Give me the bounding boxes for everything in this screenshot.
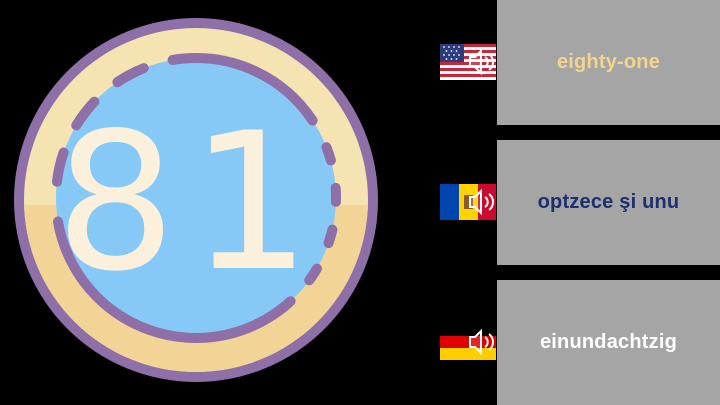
us-flag-speaker-icon[interactable] xyxy=(440,44,496,80)
translation-card-english[interactable]: eighty-one xyxy=(497,0,720,125)
translation-row-romanian: optzece şi unu xyxy=(438,140,720,265)
moldova-flag-speaker-icon[interactable] xyxy=(440,184,496,220)
translation-word-german: einundachtzig xyxy=(539,331,678,353)
translation-card-romanian[interactable]: optzece şi unu xyxy=(497,140,720,265)
translation-word-english: eighty-one xyxy=(556,51,661,73)
number-lesson-slide: 81 eighty-one optzece şi unu einundachtz… xyxy=(0,0,720,405)
number-digits: 81 xyxy=(55,92,325,313)
translation-row-german: einundachtzig xyxy=(438,280,720,405)
number-badge-icon: 81 xyxy=(14,18,378,382)
translation-word-romanian: optzece şi unu xyxy=(537,191,680,213)
translation-row-english: eighty-one xyxy=(438,0,720,125)
translation-card-german[interactable]: einundachtzig xyxy=(497,280,720,405)
germany-flag-speaker-icon[interactable] xyxy=(440,324,496,360)
